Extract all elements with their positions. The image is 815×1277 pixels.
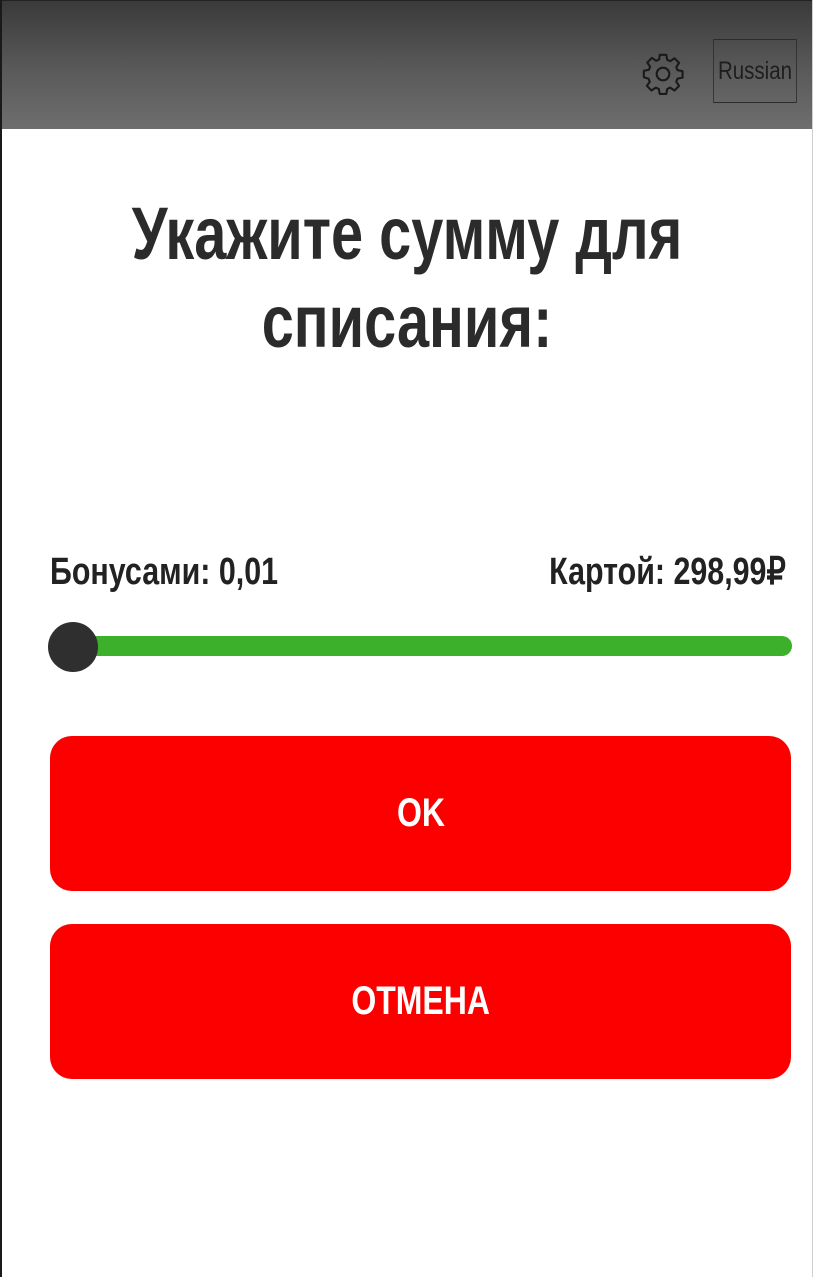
language-button[interactable]: Russian [713,39,797,103]
title-line-2: списания: [261,280,553,363]
page-title: Укажите сумму для списания: [2,190,812,366]
cancel-button[interactable]: ОТМЕНА [50,924,791,1079]
language-label: Russian [717,56,793,85]
bonus-amount-label: Бонусами: 0,01 [50,551,279,593]
slider-thumb[interactable] [48,622,98,672]
app-frame: Russian Укажите сумму для списания: Бону… [0,0,813,1277]
ok-button[interactable]: OK [50,736,791,891]
cancel-button-label: ОТМЕНА [351,979,490,1023]
gear-icon[interactable] [640,51,686,97]
card-amount-label: Картой: 298,99₽ [549,551,786,593]
slider-track[interactable] [50,636,792,656]
ok-button-label: OK [396,791,445,835]
top-bar: Russian [2,0,812,129]
title-line-1: Укажите сумму для [131,192,683,275]
amount-slider[interactable] [48,622,792,672]
